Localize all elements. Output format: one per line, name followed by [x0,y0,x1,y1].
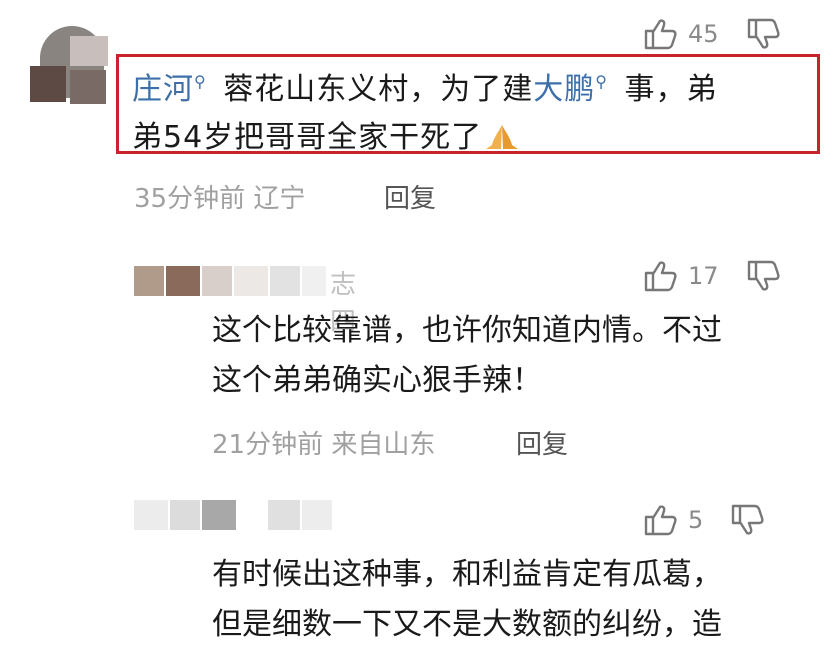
thumbs-down-icon[interactable] [731,504,765,536]
thumbs-up-icon[interactable] [644,260,678,292]
thumbs-down-icon[interactable] [747,260,781,292]
like-count: 17 [688,262,719,290]
username[interactable] [134,500,334,530]
search-icon: ⚲ [595,72,608,91]
reply-button[interactable]: 回复 [516,424,568,461]
comment-3-text: 有时候出这种事，和利益肯定有瓜葛， 但是细数一下又不是大数额的纠纷，造 [212,557,722,642]
praying-hands-emoji [482,120,522,150]
thumbs-up-icon[interactable] [644,504,678,536]
like-count: 5 [688,506,704,534]
like-count: 45 [688,20,719,48]
comment-3-like-group: 5 [644,504,765,536]
keyword-link[interactable]: 大鹏 [533,72,595,107]
comment-thread: 45 庄河⚲ 蓉花山东义村，为了建大鹏⚲ 事，弟 弟54岁把哥哥全家干死了 35… [0,0,840,658]
place-link[interactable]: 庄河 [132,72,194,107]
thumbs-down-icon[interactable] [747,18,781,50]
comment-2-like-group: 17 [644,260,781,292]
avatar[interactable] [30,18,110,104]
comment-2-text: 这个比较靠谱，也许你知道内情。不过 这个弟弟确实心狠手辣！ [212,313,722,398]
comment-1-meta: 35分钟前 辽宁 [134,184,306,214]
thumbs-up-icon[interactable] [644,18,678,50]
search-icon: ⚲ [194,72,207,91]
comment-2-meta: 21分钟前 来自山东 [212,430,436,460]
username[interactable]: 志四 [134,266,374,337]
comment-1-like-group: 45 [644,18,781,50]
comment-1-text: 庄河⚲ 蓉花山东义村，为了建大鹏⚲ 事，弟 弟54岁把哥哥全家干死了 [132,72,718,155]
reply-button[interactable]: 回复 [384,178,436,215]
